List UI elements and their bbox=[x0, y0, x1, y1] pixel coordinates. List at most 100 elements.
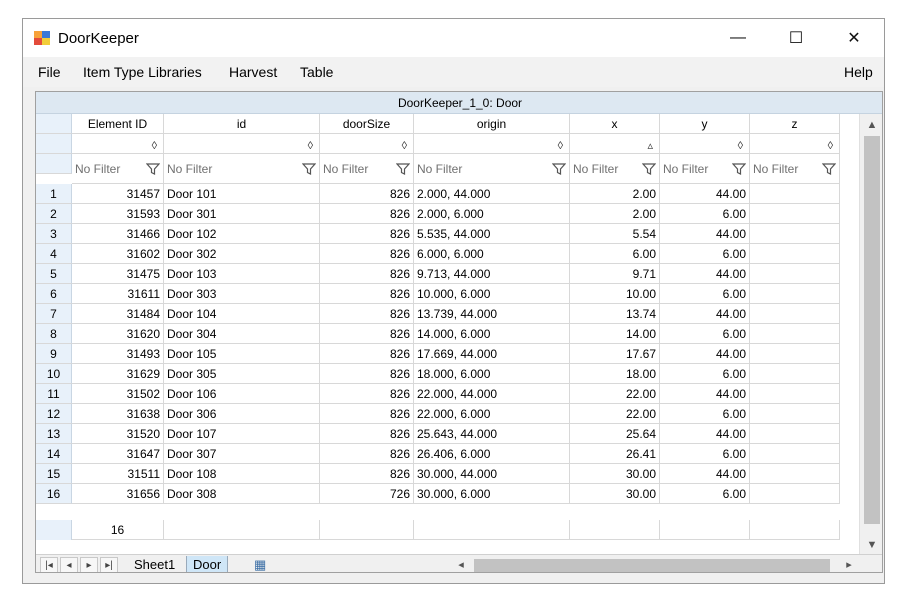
cell-y[interactable]: 6.00 bbox=[660, 284, 750, 304]
row-header[interactable]: 12 bbox=[36, 404, 72, 424]
cell-door-size[interactable]: 826 bbox=[320, 444, 414, 464]
cell-element-id[interactable]: 31629 bbox=[72, 364, 164, 384]
filter-input-element-id[interactable]: No Filter bbox=[72, 154, 164, 184]
cell-door-size[interactable]: 826 bbox=[320, 304, 414, 324]
menu-harvest[interactable]: Harvest bbox=[229, 64, 277, 80]
cell-origin[interactable]: 2.000, 44.000 bbox=[414, 184, 570, 204]
cell-origin[interactable]: 10.000, 6.000 bbox=[414, 284, 570, 304]
first-sheet-icon[interactable]: |◂ bbox=[40, 557, 58, 572]
cell-y[interactable]: 44.00 bbox=[660, 184, 750, 204]
filter-funnel-icon[interactable] bbox=[145, 159, 163, 179]
cell-origin[interactable]: 22.000, 6.000 bbox=[414, 404, 570, 424]
scroll-left-icon[interactable]: ◂ bbox=[452, 557, 470, 572]
cell-z[interactable] bbox=[750, 244, 840, 264]
cell-id[interactable]: Door 305 bbox=[164, 364, 320, 384]
column-header-door-size[interactable]: doorSize bbox=[320, 114, 414, 134]
sort-diamond-icon[interactable]: ◊ bbox=[308, 136, 313, 153]
menu-file[interactable]: File bbox=[38, 64, 61, 80]
cell-y[interactable]: 44.00 bbox=[660, 384, 750, 404]
filter-input-y[interactable]: No Filter bbox=[660, 154, 750, 184]
cell-door-size[interactable]: 826 bbox=[320, 264, 414, 284]
cell-y[interactable]: 6.00 bbox=[660, 364, 750, 384]
cell-y[interactable]: 44.00 bbox=[660, 224, 750, 244]
cell-z[interactable] bbox=[750, 404, 840, 424]
cell-id[interactable]: Door 103 bbox=[164, 264, 320, 284]
cell-x[interactable]: 6.00 bbox=[570, 244, 660, 264]
cell-z[interactable] bbox=[750, 484, 840, 504]
cell-element-id[interactable]: 31602 bbox=[72, 244, 164, 264]
cell-door-size[interactable]: 826 bbox=[320, 384, 414, 404]
cell-origin[interactable]: 22.000, 44.000 bbox=[414, 384, 570, 404]
scroll-up-icon[interactable]: ▲ bbox=[860, 116, 882, 134]
tab-door[interactable]: Door bbox=[186, 556, 229, 572]
cell-door-size[interactable]: 726 bbox=[320, 484, 414, 504]
cell-origin[interactable]: 30.000, 44.000 bbox=[414, 464, 570, 484]
cell-id[interactable]: Door 108 bbox=[164, 464, 320, 484]
cell-y[interactable]: 6.00 bbox=[660, 244, 750, 264]
cell-z[interactable] bbox=[750, 324, 840, 344]
menu-table[interactable]: Table bbox=[300, 64, 333, 80]
filter-input-x[interactable]: No Filter bbox=[570, 154, 660, 184]
vertical-scroll-thumb[interactable] bbox=[864, 136, 880, 524]
cell-x[interactable]: 22.00 bbox=[570, 384, 660, 404]
cell-x[interactable]: 5.54 bbox=[570, 224, 660, 244]
cell-y[interactable]: 44.00 bbox=[660, 424, 750, 444]
cell-id[interactable]: Door 303 bbox=[164, 284, 320, 304]
cell-x[interactable]: 30.00 bbox=[570, 484, 660, 504]
cell-origin[interactable]: 14.000, 6.000 bbox=[414, 324, 570, 344]
cell-id[interactable]: Door 306 bbox=[164, 404, 320, 424]
cell-element-id[interactable]: 31656 bbox=[72, 484, 164, 504]
cell-y[interactable]: 6.00 bbox=[660, 484, 750, 504]
menu-item-type-libraries[interactable]: Item Type Libraries bbox=[83, 64, 202, 80]
scroll-down-icon[interactable]: ▼ bbox=[860, 536, 882, 554]
cell-z[interactable] bbox=[750, 224, 840, 244]
cell-element-id[interactable]: 31647 bbox=[72, 444, 164, 464]
cell-x[interactable]: 13.74 bbox=[570, 304, 660, 324]
row-header[interactable]: 9 bbox=[36, 344, 72, 364]
cell-origin[interactable]: 6.000, 6.000 bbox=[414, 244, 570, 264]
cell-element-id[interactable]: 31593 bbox=[72, 204, 164, 224]
cell-x[interactable]: 2.00 bbox=[570, 184, 660, 204]
cell-z[interactable] bbox=[750, 184, 840, 204]
cell-id[interactable]: Door 104 bbox=[164, 304, 320, 324]
cell-door-size[interactable]: 826 bbox=[320, 464, 414, 484]
filter-funnel-icon[interactable] bbox=[641, 159, 659, 179]
cell-door-size[interactable]: 826 bbox=[320, 364, 414, 384]
cell-element-id[interactable]: 31620 bbox=[72, 324, 164, 344]
column-header-z[interactable]: z bbox=[750, 114, 840, 134]
filter-funnel-icon[interactable] bbox=[551, 159, 569, 179]
cell-element-id[interactable]: 31520 bbox=[72, 424, 164, 444]
cell-id[interactable]: Door 301 bbox=[164, 204, 320, 224]
scroll-right-icon[interactable]: ▸ bbox=[840, 557, 858, 572]
filter-input-door-size[interactable]: No Filter bbox=[320, 154, 414, 184]
cell-x[interactable]: 18.00 bbox=[570, 364, 660, 384]
row-header[interactable]: 4 bbox=[36, 244, 72, 264]
row-header[interactable]: 11 bbox=[36, 384, 72, 404]
horizontal-scrollbar[interactable]: ◂ ▸ bbox=[450, 557, 860, 572]
new-sheet-icon[interactable]: ▦ bbox=[248, 556, 272, 572]
cell-element-id[interactable]: 31493 bbox=[72, 344, 164, 364]
cell-id[interactable]: Door 302 bbox=[164, 244, 320, 264]
cell-x[interactable]: 25.64 bbox=[570, 424, 660, 444]
sort-diamond-icon[interactable]: ◊ bbox=[152, 136, 157, 153]
cell-x[interactable]: 2.00 bbox=[570, 204, 660, 224]
vertical-scrollbar[interactable]: ▲ ▼ bbox=[859, 114, 882, 560]
cell-id[interactable]: Door 308 bbox=[164, 484, 320, 504]
sort-diamond-icon[interactable]: ◊ bbox=[402, 136, 407, 153]
row-header[interactable]: 8 bbox=[36, 324, 72, 344]
cell-x[interactable]: 30.00 bbox=[570, 464, 660, 484]
row-header[interactable]: 6 bbox=[36, 284, 72, 304]
cell-door-size[interactable]: 826 bbox=[320, 324, 414, 344]
tab-sheet1[interactable]: Sheet1 bbox=[128, 556, 182, 572]
column-header-x[interactable]: x bbox=[570, 114, 660, 134]
sort-diamond-icon[interactable]: ▵ bbox=[647, 136, 653, 153]
cell-element-id[interactable]: 31484 bbox=[72, 304, 164, 324]
cell-origin[interactable]: 30.000, 6.000 bbox=[414, 484, 570, 504]
cell-y[interactable]: 44.00 bbox=[660, 304, 750, 324]
cell-y[interactable]: 6.00 bbox=[660, 324, 750, 344]
cell-z[interactable] bbox=[750, 204, 840, 224]
cell-x[interactable]: 9.71 bbox=[570, 264, 660, 284]
cell-z[interactable] bbox=[750, 304, 840, 324]
cell-y[interactable]: 6.00 bbox=[660, 404, 750, 424]
cell-y[interactable]: 44.00 bbox=[660, 464, 750, 484]
